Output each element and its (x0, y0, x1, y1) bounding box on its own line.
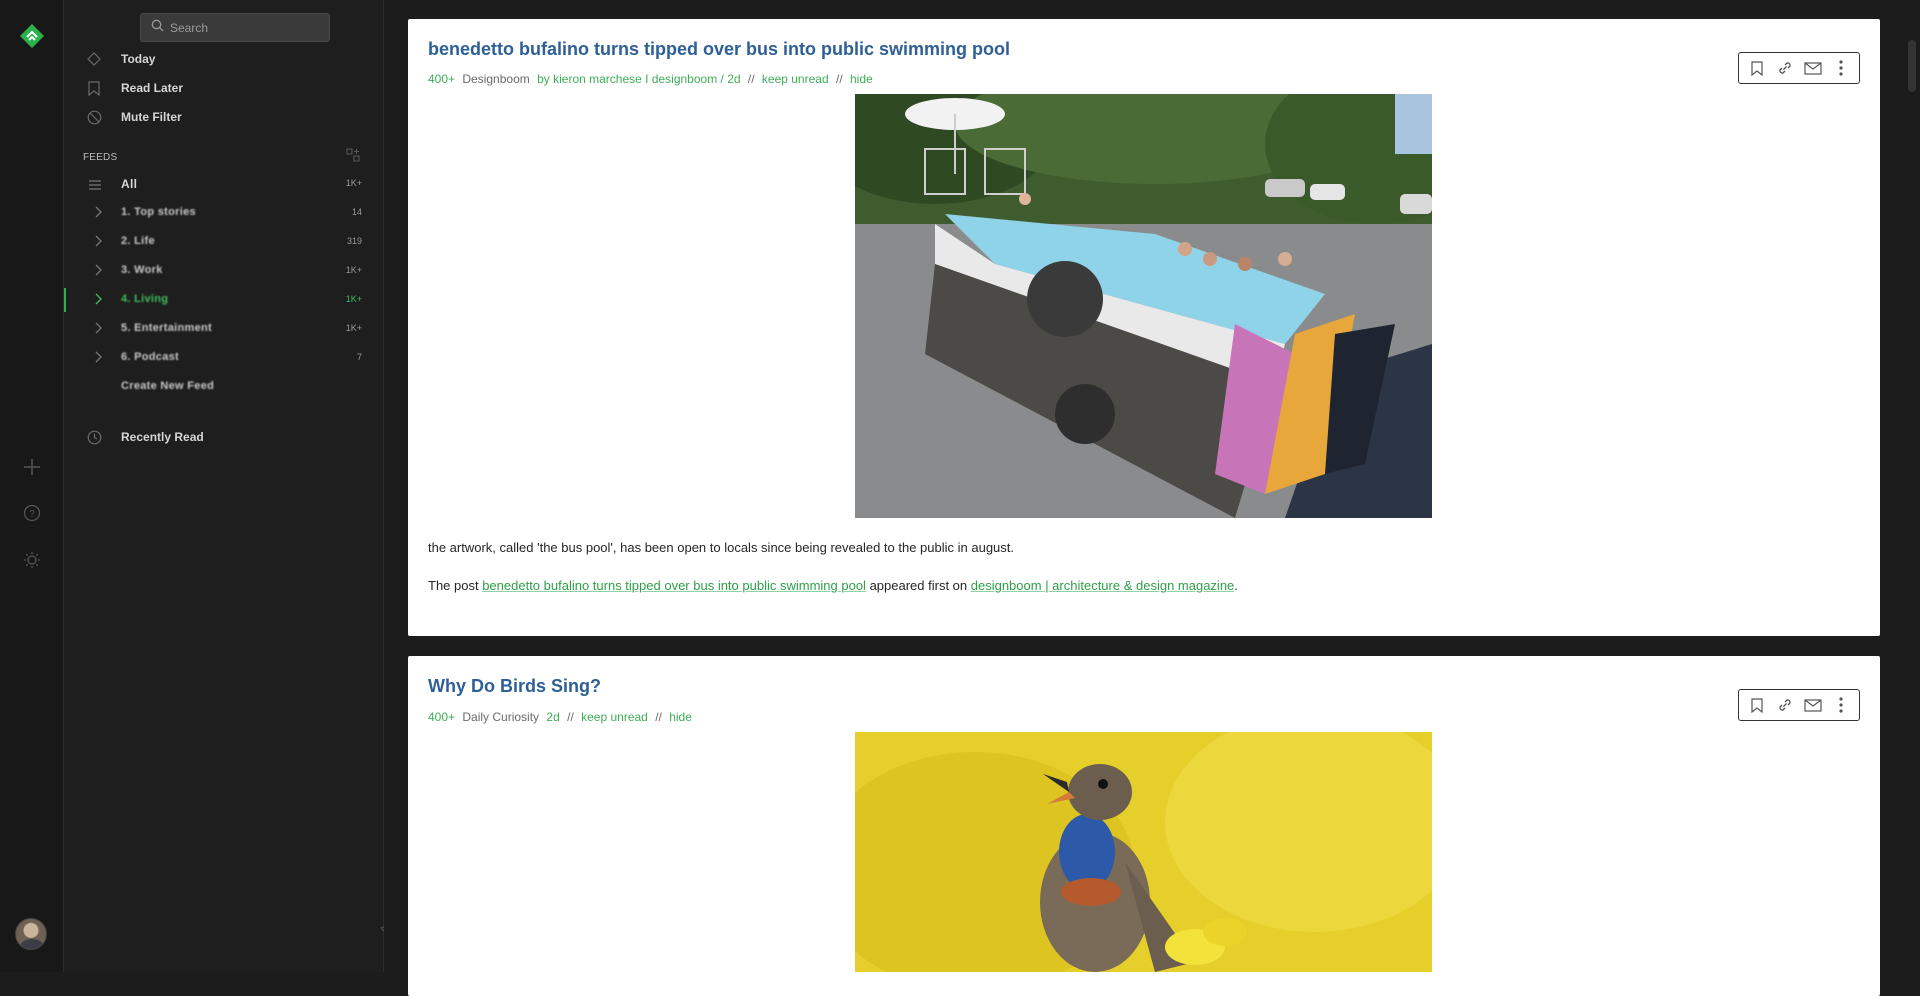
scrollbar-thumb[interactable] (1908, 40, 1916, 92)
bookmark-icon[interactable] (1748, 696, 1766, 714)
feed-item[interactable]: 1. Top stories 14 (64, 201, 384, 225)
feed-item-count: 1K+ (345, 294, 362, 304)
link-icon[interactable] (1776, 59, 1794, 77)
user-avatar[interactable] (15, 918, 47, 950)
nav-today-label: Today (121, 52, 156, 66)
chevron-right-icon[interactable] (91, 205, 105, 219)
today-icon (86, 51, 102, 67)
article-actions (1738, 52, 1860, 84)
nav-mute-filter[interactable]: Mute Filter (64, 105, 384, 129)
email-icon[interactable] (1804, 59, 1822, 77)
article-card[interactable]: benedetto bufalino turns tipped over bus… (408, 19, 1880, 636)
source-name[interactable]: Daily Curiosity (462, 710, 539, 724)
article-actions (1738, 689, 1860, 721)
list-icon (88, 178, 102, 192)
svg-text:?: ? (29, 509, 35, 520)
feed-item-active[interactable]: 4. Living 1K+ (64, 288, 384, 312)
chevron-right-icon[interactable] (91, 292, 105, 306)
feed-item-label: 3. Work (121, 264, 163, 276)
nav-today[interactable]: Today (64, 47, 384, 71)
feed-item-count: 7 (356, 352, 362, 362)
hide-link[interactable]: hide (669, 710, 692, 724)
feedly-logo-icon[interactable] (18, 22, 46, 50)
mute-filter-icon (86, 109, 102, 125)
article-summary: the artwork, called 'the bus pool', has … (428, 540, 1015, 555)
search-input[interactable] (170, 20, 320, 35)
feed-item-label: 4. Living (121, 293, 169, 305)
keep-unread-link[interactable]: keep unread (762, 72, 829, 86)
search-icon (151, 19, 164, 37)
more-options-icon[interactable] (1832, 696, 1850, 714)
feed-item-count: 14 (351, 207, 362, 217)
separator: // (567, 710, 574, 724)
footer-suffix: . (1234, 578, 1238, 593)
feed-all-label: All (121, 177, 138, 191)
bookmark-icon (86, 80, 102, 96)
feeds-header: FEEDS (83, 152, 118, 163)
app-rail: ? (0, 0, 64, 972)
footer-middle: appeared first on (865, 578, 971, 593)
create-feed-item[interactable]: Create New Feed (64, 375, 384, 399)
feed-all-count: 1K+ (345, 178, 362, 188)
chevron-right-icon[interactable] (91, 321, 105, 335)
chevron-right-icon[interactable] (91, 234, 105, 248)
feed-item[interactable]: 5. Entertainment 1K+ (64, 317, 384, 341)
nav-mute-filter-label: Mute Filter (121, 110, 182, 124)
article-title[interactable]: Why Do Birds Sing? (428, 676, 601, 697)
clock-icon (86, 429, 102, 445)
feed-all[interactable]: All 1K+ (64, 172, 384, 196)
source-link[interactable]: designboom | architecture & design magaz… (971, 578, 1235, 593)
add-content-icon[interactable] (20, 455, 44, 479)
footer-prefix: The post (428, 578, 483, 593)
chevron-right-icon[interactable] (91, 263, 105, 277)
separator: // (835, 72, 843, 86)
keep-unread-link[interactable]: keep unread (581, 710, 648, 724)
feed-item[interactable]: 3. Work 1K+ (64, 259, 384, 283)
feed-item-label: 2. Life (121, 235, 155, 247)
separator: // (655, 710, 662, 724)
sidebar: Today Read Later Mute Filter FEEDS All 1… (64, 0, 384, 972)
engagement-count: 400+ (428, 710, 456, 724)
feeds-manage-icon[interactable] (346, 148, 360, 162)
article-meta: 400+ Designboom by kieron marchese I des… (428, 72, 873, 86)
scrollbar[interactable] (1904, 0, 1920, 972)
engagement-count: 400+ (428, 72, 456, 86)
nav-recently-read[interactable]: Recently Read (64, 425, 384, 449)
article-footer: The post benedetto bufalino turns tipped… (428, 578, 1238, 593)
article-meta: 400+ Daily Curiosity 2d // keep unread /… (428, 710, 692, 724)
byline: 2d (546, 710, 560, 724)
feed-item-count: 319 (346, 236, 362, 246)
byline: by kieron marchese I designboom / 2d (537, 72, 741, 86)
feed-item-label: 5. Entertainment (121, 322, 212, 334)
hide-link[interactable]: hide (850, 72, 873, 86)
create-feed-label: Create New Feed (121, 380, 215, 392)
email-icon[interactable] (1804, 696, 1822, 714)
theme-toggle-icon[interactable] (20, 548, 44, 572)
article-card[interactable]: Why Do Birds Sing? 400+ Daily Curiosity … (408, 656, 1880, 996)
main-content: benedetto bufalino turns tipped over bus… (384, 0, 1920, 996)
feed-item-count: 1K+ (345, 323, 362, 333)
feed-item-label: 6. Podcast (121, 351, 180, 363)
bookmark-icon[interactable] (1748, 59, 1766, 77)
nav-read-later-label: Read Later (121, 81, 184, 95)
nav-read-later[interactable]: Read Later (64, 76, 384, 100)
article-link[interactable]: benedetto bufalino turns tipped over bus… (482, 578, 866, 593)
link-icon[interactable] (1776, 696, 1794, 714)
nav-recently-read-label: Recently Read (121, 430, 204, 444)
feed-item-count: 1K+ (345, 265, 362, 275)
feed-item[interactable]: 6. Podcast 7 (64, 346, 384, 370)
more-options-icon[interactable] (1832, 59, 1850, 77)
chevron-right-icon[interactable] (91, 350, 105, 364)
article-image-bird[interactable] (855, 732, 1432, 972)
article-image-bus-pool[interactable] (855, 94, 1432, 518)
source-name[interactable]: Designboom (462, 72, 529, 86)
separator: // (747, 72, 755, 86)
feed-item-label: 1. Top stories (121, 206, 196, 218)
help-icon[interactable]: ? (20, 501, 44, 525)
search-box[interactable] (140, 13, 330, 42)
feed-item[interactable]: 2. Life 319 (64, 230, 384, 254)
article-title[interactable]: benedetto bufalino turns tipped over bus… (428, 39, 1010, 60)
